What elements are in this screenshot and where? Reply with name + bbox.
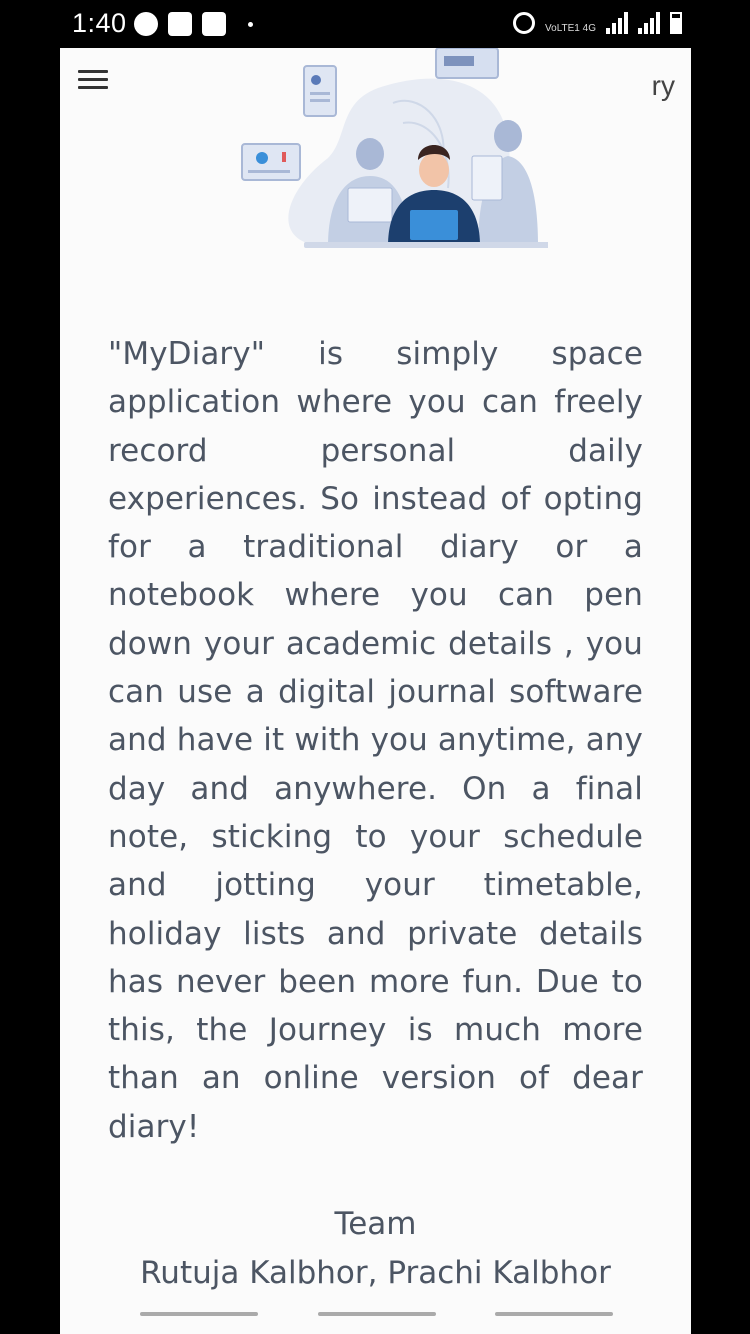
facebook-icon	[202, 12, 226, 36]
nav-back-handle[interactable]	[495, 1312, 613, 1316]
app-description: "MyDiary" is simply space application wh…	[108, 336, 643, 1145]
alarm-icon	[513, 12, 536, 34]
more-notifications-icon	[248, 21, 253, 27]
system-icons: VoLTE1 4G	[513, 12, 682, 34]
status-time: 1:40	[72, 8, 127, 38]
team-working-illustration	[241, 48, 548, 248]
app-title: ry	[651, 70, 675, 101]
team-members: Rutuja Kalbhor, Prachi Kalbhor	[140, 1255, 611, 1291]
notification-icons	[134, 12, 253, 36]
video-call-icon	[168, 12, 192, 36]
battery-icon	[670, 12, 682, 34]
network-type-label: VoLTE1 4G	[545, 23, 596, 34]
app-notification-icon	[134, 12, 158, 36]
nav-home-handle[interactable]	[318, 1312, 436, 1316]
navigation-gesture-bar[interactable]	[60, 1302, 691, 1334]
nav-recent-handle[interactable]	[140, 1312, 258, 1316]
signal-2-icon	[638, 12, 660, 34]
team-heading: Team	[334, 1206, 417, 1242]
status-bar: 1:40 VoLTE1 4G	[0, 0, 750, 48]
signal-1-icon	[606, 12, 628, 34]
team-credits: Team Rutuja Kalbhor, Prachi Kalbhor	[60, 1200, 691, 1298]
hamburger-menu-icon[interactable]	[78, 70, 108, 92]
app-screen: ry "MyDiary" is simply space application…	[60, 48, 691, 1302]
